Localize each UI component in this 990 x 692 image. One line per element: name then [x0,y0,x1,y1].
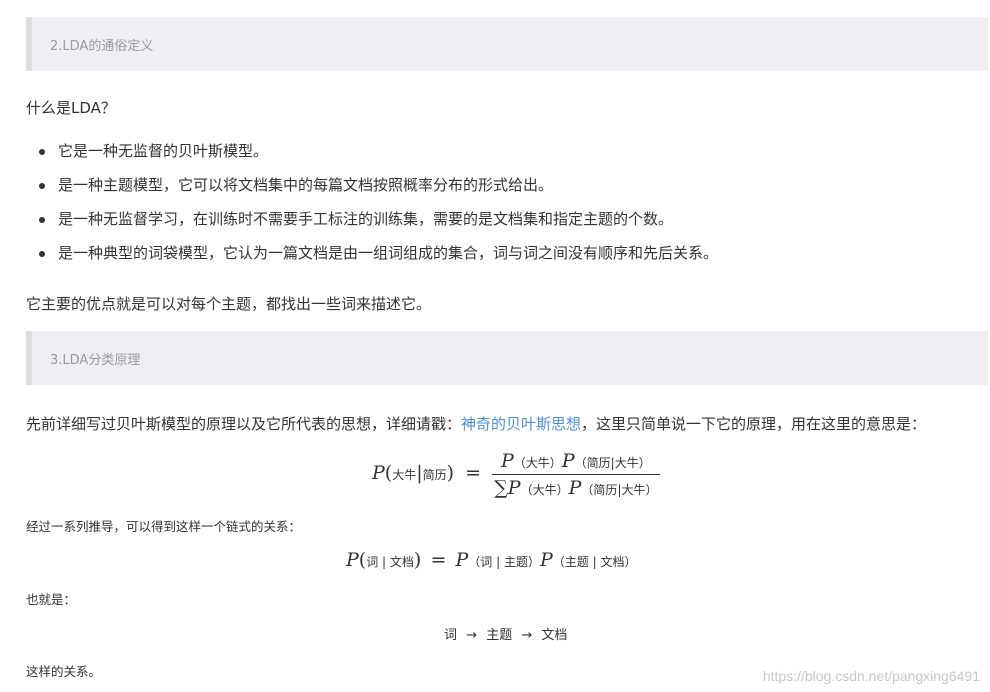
derive-text: 经过一系列推导，可以得到这样一个链式的关系： [26,519,302,534]
arrow-right-icon: → [521,628,533,643]
bullet-dot-icon [39,183,45,189]
bayes-formula: P(大牛|简历) = P（大牛）P（简历|大牛） ∑P（大牛）P（简历|大牛） [372,450,660,499]
also-text: 也就是： [26,592,77,607]
bayes-article-link[interactable]: 神奇的贝叶斯思想 [461,415,581,433]
final-text: 这样的关系。 [26,664,102,679]
section-2-header: 2.LDA的通俗定义 [26,17,988,71]
bayes-fraction: P（大牛）P（简历|大牛） ∑P（大牛）P（简历|大牛） [492,450,660,499]
advantage-text: 它主要的优点就是可以对每个主题，都找出一些词来描述它。 [26,295,432,313]
arrow-right-icon: → [466,628,478,643]
list-item: 是一种无监督学习，在训练时不需要手工标注的训练集，需要的是文档集和指定主题的个数… [26,208,718,242]
chain-relation: 词 → 主题 → 文档 [444,628,568,643]
bullet-dot-icon [39,149,45,155]
watermark: https://blog.csdn.net/pangxing6491 [762,668,980,684]
list-item: 它是一种无监督的贝叶斯模型。 [26,140,718,174]
section-3-header: 3.LDA分类原理 [26,331,988,385]
section-2-title: 2.LDA的通俗定义 [50,39,154,54]
bullet-dot-icon [39,251,45,257]
chain-formula: P(词 | 文档) = P（词 | 主题）P（主题 | 文档） [346,549,637,571]
intro-question: 什么是LDA？ [26,99,116,117]
bayes-paragraph: 先前详细写过贝叶斯模型的原理以及它所代表的思想，详细请戳：神奇的贝叶斯思想，这里… [26,415,927,433]
list-item: 是一种典型的词袋模型，它认为一篇文档是由一组词组成的集合，词与词之间没有顺序和先… [26,242,718,276]
list-item: 是一种主题模型，它可以将文档集中的每篇文档按照概率分布的形式给出。 [26,174,718,208]
bullet-dot-icon [39,217,45,223]
section-3-title: 3.LDA分类原理 [50,353,141,368]
bullet-list: 它是一种无监督的贝叶斯模型。 是一种主题模型，它可以将文档集中的每篇文档按照概率… [26,140,718,276]
